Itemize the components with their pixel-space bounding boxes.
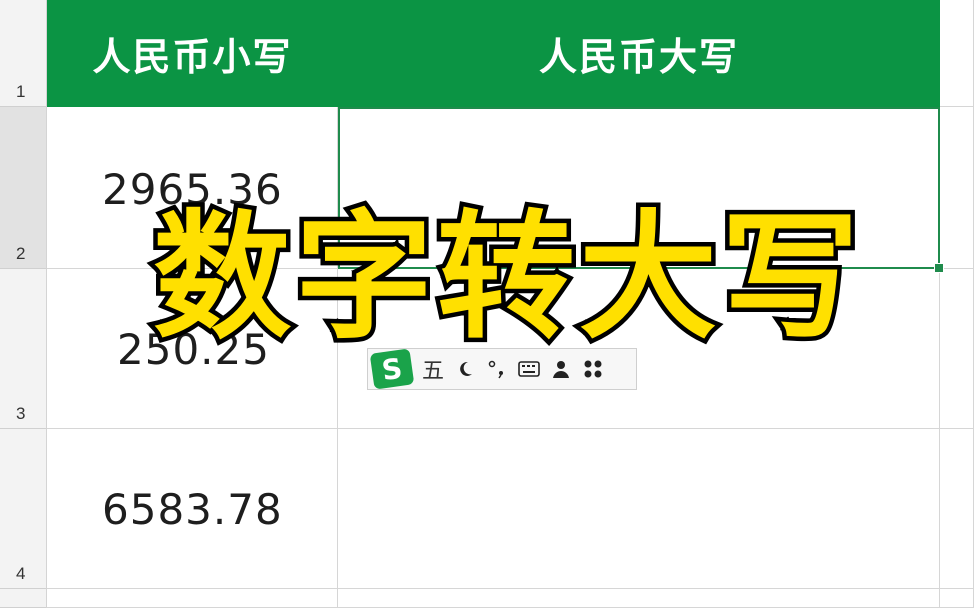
row-number: 4	[16, 564, 26, 583]
row-header-2[interactable]: 2	[0, 107, 46, 269]
grid-menu-icon[interactable]	[582, 358, 604, 380]
row-header-5[interactable]	[0, 589, 46, 608]
cell-b5[interactable]	[338, 589, 940, 608]
cell-c2[interactable]	[940, 107, 974, 269]
row-header-3[interactable]: 3	[0, 269, 46, 429]
cell-a5[interactable]	[47, 589, 338, 608]
keyboard-icon[interactable]	[518, 358, 540, 380]
row-header-1[interactable]: 1	[0, 0, 46, 107]
amount-value: 6583.78	[102, 485, 283, 534]
punctuation-icon[interactable]	[486, 358, 508, 380]
row-header-4[interactable]: 4	[0, 429, 46, 589]
row-number: 1	[16, 82, 26, 101]
header-cell-amount-lower[interactable]: 人民币小写	[47, 0, 338, 107]
cell-c1[interactable]	[940, 0, 974, 107]
user-icon[interactable]	[550, 358, 572, 380]
cell-a4[interactable]: 6583.78	[47, 429, 338, 589]
moon-icon[interactable]	[454, 358, 476, 380]
cell-b4[interactable]	[338, 429, 940, 589]
header-cell-amount-upper[interactable]: 人民币大写	[338, 0, 940, 107]
row-number: 3	[16, 404, 26, 423]
cell-c5[interactable]	[940, 589, 974, 608]
fill-handle[interactable]	[934, 263, 944, 273]
cell-c3[interactable]	[940, 269, 974, 429]
cell-c4[interactable]	[940, 429, 974, 589]
overlay-title: 数字转大写	[149, 197, 864, 358]
spreadsheet: 1 2 3 4 人民币小写 人民币大写 2965.36 250.25 6583.…	[0, 0, 974, 608]
row-number: 2	[16, 244, 26, 263]
